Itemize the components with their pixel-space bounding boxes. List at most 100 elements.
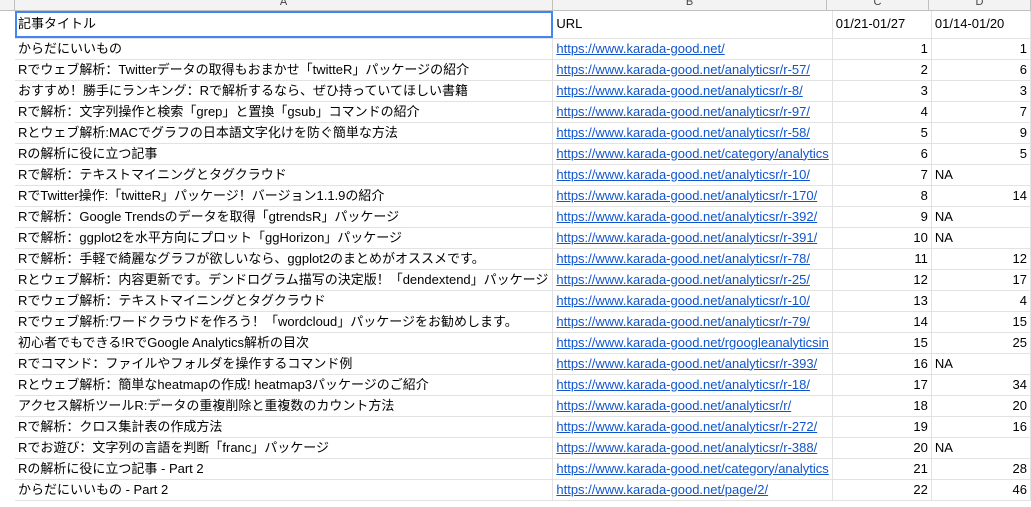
week1-value-cell[interactable]: 4 bbox=[832, 101, 932, 123]
week2-value-cell[interactable]: 9 bbox=[931, 122, 1031, 144]
url-link-cell[interactable]: https://www.karada-good.net/category/ana… bbox=[552, 458, 833, 480]
week2-value-cell[interactable]: 1 bbox=[931, 38, 1031, 60]
week1-value-cell[interactable]: 9 bbox=[832, 206, 932, 228]
week2-value-cell[interactable]: NA bbox=[931, 164, 1031, 186]
url-link-cell[interactable]: https://www.karada-good.net/analyticsr/r… bbox=[552, 80, 833, 102]
title-cell[interactable]: からだにいいもの - Part 2 bbox=[15, 479, 554, 501]
header-cell-week1[interactable]: 01/21-01/27 bbox=[832, 11, 932, 39]
title-cell[interactable]: Rとウェブ解析：簡単なheatmapの作成! heatmap3パッケージのご紹介 bbox=[15, 374, 554, 396]
week1-value-cell[interactable]: 22 bbox=[832, 479, 932, 501]
title-cell[interactable]: Rでウェブ解析：テキストマイニングとタグクラウド bbox=[15, 290, 554, 312]
table-row: Rとウェブ解析:MACでグラフの日本語文字化けを防ぐ簡単な方法 https://w… bbox=[15, 122, 1031, 144]
title-cell[interactable]: Rで解析：ggplot2を水平方向にプロット「ggHorizon」パッケージ bbox=[15, 227, 554, 249]
column-header-a[interactable]: A bbox=[15, 0, 553, 10]
week1-value-cell[interactable]: 15 bbox=[832, 332, 932, 354]
week1-value-cell[interactable]: 6 bbox=[832, 143, 932, 165]
title-cell[interactable]: Rでコマンド：ファイルやフォルダを操作するコマンド例 bbox=[15, 353, 554, 375]
url-link-cell[interactable]: https://www.karada-good.net/analyticsr/r… bbox=[552, 437, 833, 459]
url-link-cell[interactable]: https://www.karada-good.net/analyticsr/r… bbox=[552, 248, 833, 270]
url-link-cell[interactable]: https://www.karada-good.net/ bbox=[552, 38, 833, 60]
week2-value-cell[interactable]: 17 bbox=[931, 269, 1031, 291]
week2-value-cell[interactable]: 28 bbox=[931, 458, 1031, 480]
title-cell[interactable]: Rでウェブ解析：Twitterデータの取得もおまかせ「twitteR」パッケージ… bbox=[15, 59, 554, 81]
title-cell[interactable]: Rとウェブ解析：内容更新です。デンドログラム描写の決定版！「dendextend… bbox=[15, 269, 554, 291]
title-cell[interactable]: Rで解析：文字列操作と検索「grep」と置換「gsub」コマンドの紹介 bbox=[15, 101, 554, 123]
title-cell[interactable]: Rの解析に役に立つ記事 bbox=[15, 143, 554, 165]
week2-value-cell[interactable]: 4 bbox=[931, 290, 1031, 312]
table-row: Rで解析：文字列操作と検索「grep」と置換「gsub」コマンドの紹介 https… bbox=[15, 101, 1031, 123]
week1-value-cell[interactable]: 7 bbox=[832, 164, 932, 186]
week2-value-cell[interactable]: 14 bbox=[931, 185, 1031, 207]
title-cell[interactable]: Rで解析：Google Trendsのデータを取得「gtrendsR」パッケージ bbox=[15, 206, 554, 228]
url-link-cell[interactable]: https://www.karada-good.net/analyticsr/r… bbox=[552, 311, 833, 333]
title-cell[interactable]: おすすめ！勝手にランキング：Rで解析するなら、ぜひ持っていてほしい書籍 bbox=[15, 80, 554, 102]
url-link-cell[interactable]: https://www.karada-good.net/category/ana… bbox=[552, 143, 833, 165]
week1-value-cell[interactable]: 14 bbox=[832, 311, 932, 333]
url-link-cell[interactable]: https://www.karada-good.net/analyticsr/r… bbox=[552, 164, 833, 186]
url-link-cell[interactable]: https://www.karada-good.net/analyticsr/r… bbox=[552, 227, 833, 249]
table-row: Rで解析：クロス集計表の作成方法 https://www.karada-good.… bbox=[15, 416, 1031, 438]
url-link-cell[interactable]: https://www.karada-good.net/analyticsr/r… bbox=[552, 185, 833, 207]
week1-value-cell[interactable]: 1 bbox=[832, 38, 932, 60]
week2-value-cell[interactable]: 15 bbox=[931, 311, 1031, 333]
week2-value-cell[interactable]: 20 bbox=[931, 395, 1031, 417]
title-cell[interactable]: RでTwitter操作:「twitteR」パッケージ！バージョン1.1.9の紹介 bbox=[15, 185, 554, 207]
week1-value-cell[interactable]: 5 bbox=[832, 122, 932, 144]
week2-value-cell[interactable]: 12 bbox=[931, 248, 1031, 270]
week1-value-cell[interactable]: 12 bbox=[832, 269, 932, 291]
week1-value-cell[interactable]: 3 bbox=[832, 80, 932, 102]
week2-value-cell[interactable]: 34 bbox=[931, 374, 1031, 396]
title-cell[interactable]: 初心者でもできる!RでGoogle Analytics解析の目次 bbox=[15, 332, 554, 354]
title-cell[interactable]: Rで解析：テキストマイニングとタグクラウド bbox=[15, 164, 554, 186]
column-header-d[interactable]: D bbox=[929, 0, 1031, 10]
title-cell[interactable]: Rで解析：手軽で綺麗なグラフが欲しいなら、ggplot2のまとめがオススメです。 bbox=[15, 248, 554, 270]
week1-value-cell[interactable]: 21 bbox=[832, 458, 932, 480]
url-link-cell[interactable]: https://www.karada-good.net/analyticsr/r… bbox=[552, 59, 833, 81]
week1-value-cell[interactable]: 19 bbox=[832, 416, 932, 438]
header-cell-week2[interactable]: 01/14-01/20 bbox=[931, 11, 1031, 39]
title-cell[interactable]: アクセス解析ツールR:データの重複削除と重複数のカウント方法 bbox=[15, 395, 554, 417]
title-cell[interactable]: Rの解析に役に立つ記事 - Part 2 bbox=[15, 458, 554, 480]
week2-value-cell[interactable]: NA bbox=[931, 206, 1031, 228]
url-link-cell[interactable]: https://www.karada-good.net/analyticsr/r… bbox=[552, 206, 833, 228]
url-link-cell[interactable]: https://www.karada-good.net/rgoogleanaly… bbox=[552, 332, 833, 354]
week2-value-cell[interactable]: 16 bbox=[931, 416, 1031, 438]
url-link-cell[interactable]: https://www.karada-good.net/analyticsr/r… bbox=[552, 122, 833, 144]
week1-value-cell[interactable]: 2 bbox=[832, 59, 932, 81]
week1-value-cell[interactable]: 16 bbox=[832, 353, 932, 375]
week2-value-cell[interactable]: 25 bbox=[931, 332, 1031, 354]
url-link-cell[interactable]: https://www.karada-good.net/analyticsr/r… bbox=[552, 395, 833, 417]
title-cell[interactable]: Rでウェブ解析:ワードクラウドを作ろう！「wordcloud」パッケージをお勧め… bbox=[15, 311, 554, 333]
week2-value-cell[interactable]: 46 bbox=[931, 479, 1031, 501]
week2-value-cell[interactable]: 3 bbox=[931, 80, 1031, 102]
url-link-cell[interactable]: https://www.karada-good.net/analyticsr/r… bbox=[552, 269, 833, 291]
header-cell-url[interactable]: URL bbox=[552, 11, 833, 39]
week1-value-cell[interactable]: 18 bbox=[832, 395, 932, 417]
week1-value-cell[interactable]: 11 bbox=[832, 248, 932, 270]
week1-value-cell[interactable]: 13 bbox=[832, 290, 932, 312]
url-link-cell[interactable]: https://www.karada-good.net/analyticsr/r… bbox=[552, 101, 833, 123]
corner-cell[interactable] bbox=[0, 0, 15, 10]
week1-value-cell[interactable]: 10 bbox=[832, 227, 932, 249]
url-link-cell[interactable]: https://www.karada-good.net/analyticsr/r… bbox=[552, 353, 833, 375]
week1-value-cell[interactable]: 20 bbox=[832, 437, 932, 459]
url-link-cell[interactable]: https://www.karada-good.net/analyticsr/r… bbox=[552, 374, 833, 396]
url-link-cell[interactable]: https://www.karada-good.net/page/2/ bbox=[552, 479, 833, 501]
week2-value-cell[interactable]: 6 bbox=[931, 59, 1031, 81]
column-header-c[interactable]: C bbox=[827, 0, 929, 10]
week2-value-cell[interactable]: NA bbox=[931, 227, 1031, 249]
header-cell-title[interactable]: 記事タイトル bbox=[15, 11, 554, 39]
title-cell[interactable]: Rでお遊び：文字列の言語を判断「franc」パッケージ bbox=[15, 437, 554, 459]
title-cell[interactable]: Rとウェブ解析:MACでグラフの日本語文字化けを防ぐ簡単な方法 bbox=[15, 122, 554, 144]
week1-value-cell[interactable]: 8 bbox=[832, 185, 932, 207]
week1-value-cell[interactable]: 17 bbox=[832, 374, 932, 396]
week2-value-cell[interactable]: 7 bbox=[931, 101, 1031, 123]
title-cell[interactable]: からだにいいもの bbox=[15, 38, 554, 60]
url-link-cell[interactable]: https://www.karada-good.net/analyticsr/r… bbox=[552, 416, 833, 438]
week2-value-cell[interactable]: NA bbox=[931, 437, 1031, 459]
week2-value-cell[interactable]: NA bbox=[931, 353, 1031, 375]
column-header-b[interactable]: B bbox=[553, 0, 827, 10]
week2-value-cell[interactable]: 5 bbox=[931, 143, 1031, 165]
url-link-cell[interactable]: https://www.karada-good.net/analyticsr/r… bbox=[552, 290, 833, 312]
title-cell[interactable]: Rで解析：クロス集計表の作成方法 bbox=[15, 416, 554, 438]
